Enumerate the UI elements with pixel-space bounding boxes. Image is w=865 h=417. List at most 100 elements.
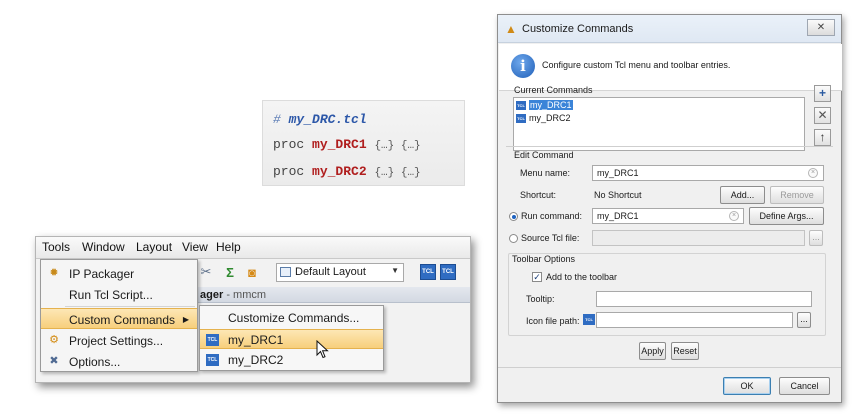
menu-item-my-drc1[interactable]: TCL my_DRC1 [200,329,383,349]
run-command-value: my_DRC1 [597,211,639,221]
code-proc-line-1: proc my_DRC1 {…} {…} [273,132,454,159]
tcl-icon: TCL [206,334,219,346]
menu-separator [65,306,195,307]
define-args-button[interactable]: Define Args... [749,207,824,225]
report-icon[interactable]: ◙ [244,264,260,280]
menu-item-label: Options... [69,355,121,369]
browse-button[interactable]: ... [809,230,823,246]
command-name: my_DRC1 [529,100,573,110]
add-shortcut-button[interactable]: Add... [720,186,765,204]
move-up-button[interactable]: ↑ [814,129,831,146]
vivado-app-icon: ▲ [505,22,517,36]
tcl-toolbar-button-1[interactable]: TCL [420,264,436,280]
customize-commands-dialog: ▲ Customize Commands ✕ i Configure custo… [497,14,842,403]
menu-item-label: IP Packager [69,267,135,281]
menu-name-value: my_DRC1 [597,168,639,178]
menu-view[interactable]: View [182,240,208,254]
menu-item-label: my_DRC2 [228,353,284,367]
tcl-code-snippet: # my_DRC.tcl proc my_DRC1 {…} {…} proc m… [262,100,465,186]
menu-item-options[interactable]: ✖ Options... [41,351,197,372]
menu-window[interactable]: Window [82,240,125,254]
layout-select[interactable]: Default Layout ▼ [276,263,404,282]
menu-layout[interactable]: Layout [136,240,172,254]
clear-icon[interactable]: × [729,211,739,221]
tcl-icon: TCL [516,114,526,123]
menu-item-project-settings[interactable]: ⚙ Project Settings... [41,330,197,351]
ok-button[interactable]: OK [723,377,771,395]
tcl-toolbar-button-2[interactable]: TCL [440,264,456,280]
panel-title: ager [200,289,224,301]
command-list-item-my-drc1[interactable]: TCL my_DRC1 [516,100,573,112]
panel-subtitle: - mmcm [226,289,267,301]
add-to-toolbar-label: Add to the toolbar [546,272,618,282]
current-commands-list[interactable]: TCL my_DRC1 TCL my_DRC2 [513,97,805,151]
custom-commands-submenu: Customize Commands... TCL my_DRC1 TCL my… [199,305,384,371]
project-manager-header: ager - mmcm [196,287,470,303]
add-to-toolbar-checkbox[interactable]: ✓ [532,272,542,282]
menu-item-label: Customize Commands... [228,311,360,325]
info-banner: i Configure custom Tcl menu and toolbar … [499,44,842,91]
menu-item-label: my_DRC1 [228,333,284,347]
mouse-cursor-icon [316,340,329,359]
menu-item-ip-packager[interactable]: ✹ IP Packager [41,263,197,284]
menu-item-label: Project Settings... [69,334,164,348]
clear-icon[interactable]: × [808,168,818,178]
run-command-label: Run command: [521,211,583,221]
apply-button[interactable]: Apply [639,342,666,360]
close-button[interactable]: ✕ [807,19,835,36]
remove-command-button[interactable]: ✕ [814,107,831,124]
remove-shortcut-button[interactable]: Remove [770,186,824,204]
run-command-field[interactable]: my_DRC1 [592,208,744,224]
code-proc-line-2: proc my_DRC2 {…} {…} [273,159,454,186]
settings-gear-icon: ⚙ [49,334,59,346]
shortcut-value: No Shortcut [594,190,642,200]
menu-name-field[interactable]: my_DRC1 [592,165,824,181]
reset-button[interactable]: Reset [671,342,699,360]
icon-file-path-field[interactable] [596,312,793,328]
proc-args-1: {…} {…} [374,140,421,152]
proc-name-1: my_DRC1 [312,137,367,152]
toolbar-options-label: Toolbar Options [512,254,576,264]
command-name: my_DRC2 [529,113,571,123]
proc-name-2: my_DRC2 [312,164,367,179]
icon-file-path-label: Icon file path: [526,316,580,326]
current-commands-label: Current Commands [514,85,593,95]
menu-name-label: Menu name: [520,168,571,178]
tcl-icon: TCL [516,101,526,110]
command-list-item-my-drc2[interactable]: TCL my_DRC2 [516,113,571,125]
menubar: Tools Window Layout View Help [36,237,470,259]
menu-item-run-tcl-script[interactable]: Run Tcl Script... [41,284,197,305]
chevron-down-icon: ▼ [391,266,399,275]
options-tools-icon: ✖ [49,355,59,367]
main-toolbar: ✂ Σ ◙ Default Layout ▼ TCL TCL [196,261,470,285]
comment-mark: # [273,112,281,127]
tools-dropdown: ✹ IP Packager Run Tcl Script... Custom C… [40,259,198,372]
sigma-icon[interactable]: Σ [222,264,238,280]
submenu-arrow-icon: ▶ [182,315,189,324]
ip-packager-icon: ✹ [49,267,59,279]
cancel-button[interactable]: Cancel [779,377,830,395]
menu-item-label: Custom Commands [69,313,176,327]
menu-help[interactable]: Help [216,240,241,254]
browse-icon-button[interactable]: ... [797,312,811,328]
edit-command-label: Edit Command [514,150,574,160]
tcl-icon: TCL [206,354,219,366]
shortcut-label: Shortcut: [520,190,557,200]
menu-item-my-drc2[interactable]: TCL my_DRC2 [200,350,383,370]
run-command-radio[interactable] [509,212,518,221]
proc-keyword: proc [273,137,305,152]
tcl-icon: TCL [583,314,595,325]
source-tcl-radio[interactable] [509,234,518,243]
add-command-button[interactable]: + [814,85,831,102]
layout-select-value: Default Layout [295,266,366,278]
menu-item-custom-commands[interactable]: Custom Commands ▶ [41,308,197,329]
menu-item-customize-commands[interactable]: Customize Commands... [200,308,383,328]
menu-tools[interactable]: Tools [42,240,70,254]
code-comment-line: # my_DRC.tcl [273,107,454,132]
dialog-title-bar: ▲ Customize Commands ✕ [498,15,841,43]
source-tcl-field[interactable] [592,230,805,246]
footer-divider [498,367,841,368]
tooltip-field[interactable] [596,291,812,307]
vivado-tools-menu-screenshot: Tools Window Layout View Help ✂ Σ ◙ Defa… [35,236,471,383]
wrench-icon[interactable]: ✂ [198,264,214,280]
